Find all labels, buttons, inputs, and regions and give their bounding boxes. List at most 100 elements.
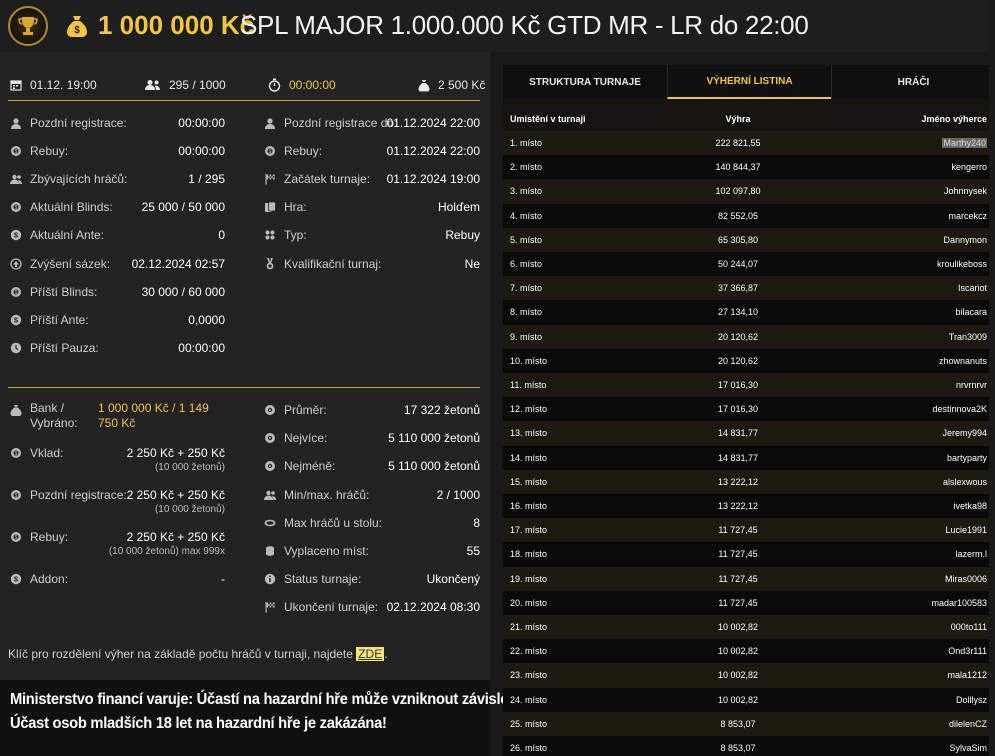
info-icon <box>264 573 276 585</box>
flag-icon <box>265 174 275 185</box>
winner-cell: Iscariot <box>957 283 987 294</box>
table-row[interactable]: 21. místo 10 002,82 000to111 <box>503 615 995 640</box>
info-label: Aktuální Blinds: <box>30 200 113 214</box>
info-label: Začátek turnaje: <box>284 172 371 186</box>
table-row[interactable]: 10. místo 20 120,62 zhownanuts <box>503 348 995 373</box>
info-row: Nejvíce: 5 110 000 žetonů <box>264 429 480 447</box>
money-bag-icon: $ <box>67 16 87 37</box>
gear-icon <box>265 433 275 443</box>
table-row[interactable]: 17. místo 11 727,45 Lucie1991 <box>503 518 995 543</box>
prize-cell: 8 853,07 <box>720 743 756 753</box>
table-row[interactable]: 24. místo 10 002,82 Dolllysz <box>503 687 995 712</box>
winner-cell: Miras0006 <box>944 573 987 584</box>
table-row[interactable]: 6. místo 50 244,07 kroulikeboss <box>503 252 995 277</box>
table-row[interactable]: 16. místo 13 222,12 ivetka98 <box>503 494 995 519</box>
table-row[interactable]: 8. místo 27 134,10 bilacara <box>503 300 995 325</box>
winner-cell: Lucie1991 <box>945 525 987 536</box>
table-row[interactable]: 22. místo 10 002,82 Ond3r111 <box>503 639 995 664</box>
page-title: SPL MAJOR 1.000.000 Kč GTD MR - LR do 22… <box>240 10 809 40</box>
info-value-main: 1 / 295 <box>188 172 225 186</box>
table-row[interactable]: 11. místo 17 016,30 nrvrnrvr <box>503 373 995 398</box>
prize-cell: 82 552,05 <box>717 210 759 221</box>
table-row[interactable]: 4. místo 82 552,05 marcekcz <box>503 203 995 228</box>
table-row[interactable]: 25. místo 8 853,07 dilelenCZ <box>503 711 995 736</box>
prize-cell: 20 120,62 <box>717 355 759 366</box>
winner-cell: ivetka98 <box>953 501 987 511</box>
info-row: Začátek turnaje: 01.12.2024 19:00 <box>264 170 480 188</box>
info-value-main: 02.12.2024 08:30 <box>386 600 480 614</box>
info-value-main: 5 110 000 žetonů <box>388 459 480 473</box>
winner-cell: kengerro <box>951 162 987 173</box>
winner-cell: Jeremy994 <box>942 428 987 439</box>
chip-icon: $ <box>11 202 21 212</box>
timer-value: 00:00:00 <box>289 78 336 92</box>
chip-icon: $ <box>11 448 21 458</box>
table-row[interactable]: 9. místo 20 120,62 Tran3009 <box>503 324 995 349</box>
table-row[interactable]: 19. místo 11 727,45 Miras0006 <box>503 566 995 591</box>
trophy-logo-icon[interactable] <box>8 6 48 46</box>
place-cell: 1. místo <box>510 138 543 148</box>
table-row[interactable]: 12. místo 17 016,30 destinnova2K <box>503 397 995 422</box>
place-cell: 8. místo <box>510 307 543 318</box>
info-row: $ Addon: - <box>10 570 225 588</box>
info-label: Příští Ante: <box>30 313 89 327</box>
chip-icon: $ <box>11 146 21 156</box>
winner-cell: mala1212 <box>947 670 987 681</box>
info-value: 01.12.2024 22:00 <box>387 142 480 160</box>
info-value-main: 8 <box>473 516 480 530</box>
table-row[interactable]: 14. místo 14 831,77 bartyparty <box>503 445 995 470</box>
table-row[interactable]: 7. místo 37 366,87 Iscariot <box>503 276 995 301</box>
info-row: Zvýšení sázek: 02.12.2024 02:57 <box>10 255 225 273</box>
header: $ 1 000 000 Kč SPL MAJOR 1.000.000 Kč GT… <box>0 0 995 52</box>
table-row[interactable]: 15. místo 13 222,12 alslexwous <box>503 469 995 494</box>
prize-cell: 13 222,12 <box>717 476 759 487</box>
info-value-main: 30 000 / 60 000 <box>141 285 225 299</box>
table-row[interactable]: 18. místo 11 727,45 lazerm.l <box>503 542 995 567</box>
prize-amount: 1 000 000 Kč <box>98 10 255 40</box>
place-cell: 11. místo <box>510 380 547 390</box>
info-label: Pozdní registrace: <box>30 116 127 130</box>
winner-cell: Tran3009 <box>948 331 987 342</box>
winner-cell: 000to111 <box>950 622 987 632</box>
dollar-icon: $ <box>10 573 22 585</box>
info-label: Vyplaceno míst: <box>284 544 369 558</box>
payout-key-link[interactable]: ZDE <box>356 647 385 661</box>
col-place-header[interactable]: Umístění v turnaji <box>510 114 586 124</box>
results-panel: STRUKTURA TURNAJE VÝHERNÍ LISTINA HRÁČI … <box>503 65 995 756</box>
table-row[interactable]: 20. místo 11 727,45 madar100583 <box>503 590 995 615</box>
tab-players[interactable]: HRÁČI <box>831 65 995 99</box>
winner-cell: bartyparty <box>946 452 987 463</box>
prize-cell: 11 727,45 <box>718 597 758 608</box>
info-value: - <box>221 570 225 588</box>
info-value: 25 000 / 50 000 <box>142 198 225 216</box>
info-value: 1 000 000 Kč / 1 149 750 Kč <box>98 401 228 431</box>
info-label: Hra: <box>284 200 307 214</box>
tab-structure[interactable]: STRUKTURA TURNAJE <box>503 65 667 99</box>
info-value: 01.12.2024 19:00 <box>387 170 480 188</box>
chip-icon: $ <box>265 146 275 156</box>
info-value: 5 110 000 žetonů <box>388 429 480 447</box>
table-row[interactable]: 2. místo 140 844,37 kengerro <box>503 155 995 180</box>
users-icon <box>264 490 276 500</box>
table-row[interactable]: 1. místo 222 821,55 Marthy240 <box>503 131 995 156</box>
table-row[interactable]: 3. místo 102 097,80 Johnnysek <box>503 179 995 204</box>
divider <box>8 387 480 388</box>
table-row[interactable]: 13. místo 14 831,77 Jeremy994 <box>503 421 995 446</box>
info-value: 00:00:00 <box>178 114 225 132</box>
info-row: $ Vklad: 2 250 Kč + 250 Kč (10 000 žetonů) <box>10 444 225 473</box>
info-label: Bank / Vybráno: <box>30 401 78 430</box>
info-value: 02.12.2024 02:57 <box>132 255 225 273</box>
col-winner-header[interactable]: Jméno výherce <box>921 114 987 124</box>
scrollbar[interactable] <box>989 0 995 756</box>
gear-icon <box>265 405 275 415</box>
table-row[interactable]: 26. místo 8 853,07 SylvaSim <box>503 736 995 756</box>
info-row: Max hráčů u stolu: 8 <box>264 514 480 532</box>
info-value: 1 / 295 <box>188 170 225 188</box>
table-row[interactable]: 23. místo 10 002,82 mala1212 <box>503 663 995 688</box>
place-cell: 24. místo <box>510 694 548 705</box>
tab-payouts[interactable]: VÝHERNÍ LISTINA <box>667 65 831 99</box>
table-row[interactable]: 5. místo 65 305,80 Dannymon <box>503 227 995 252</box>
info-row: Hra: Holďem <box>264 198 480 216</box>
info-value: Ukončený <box>427 570 480 588</box>
col-prize-header[interactable]: Výhra <box>708 114 768 124</box>
